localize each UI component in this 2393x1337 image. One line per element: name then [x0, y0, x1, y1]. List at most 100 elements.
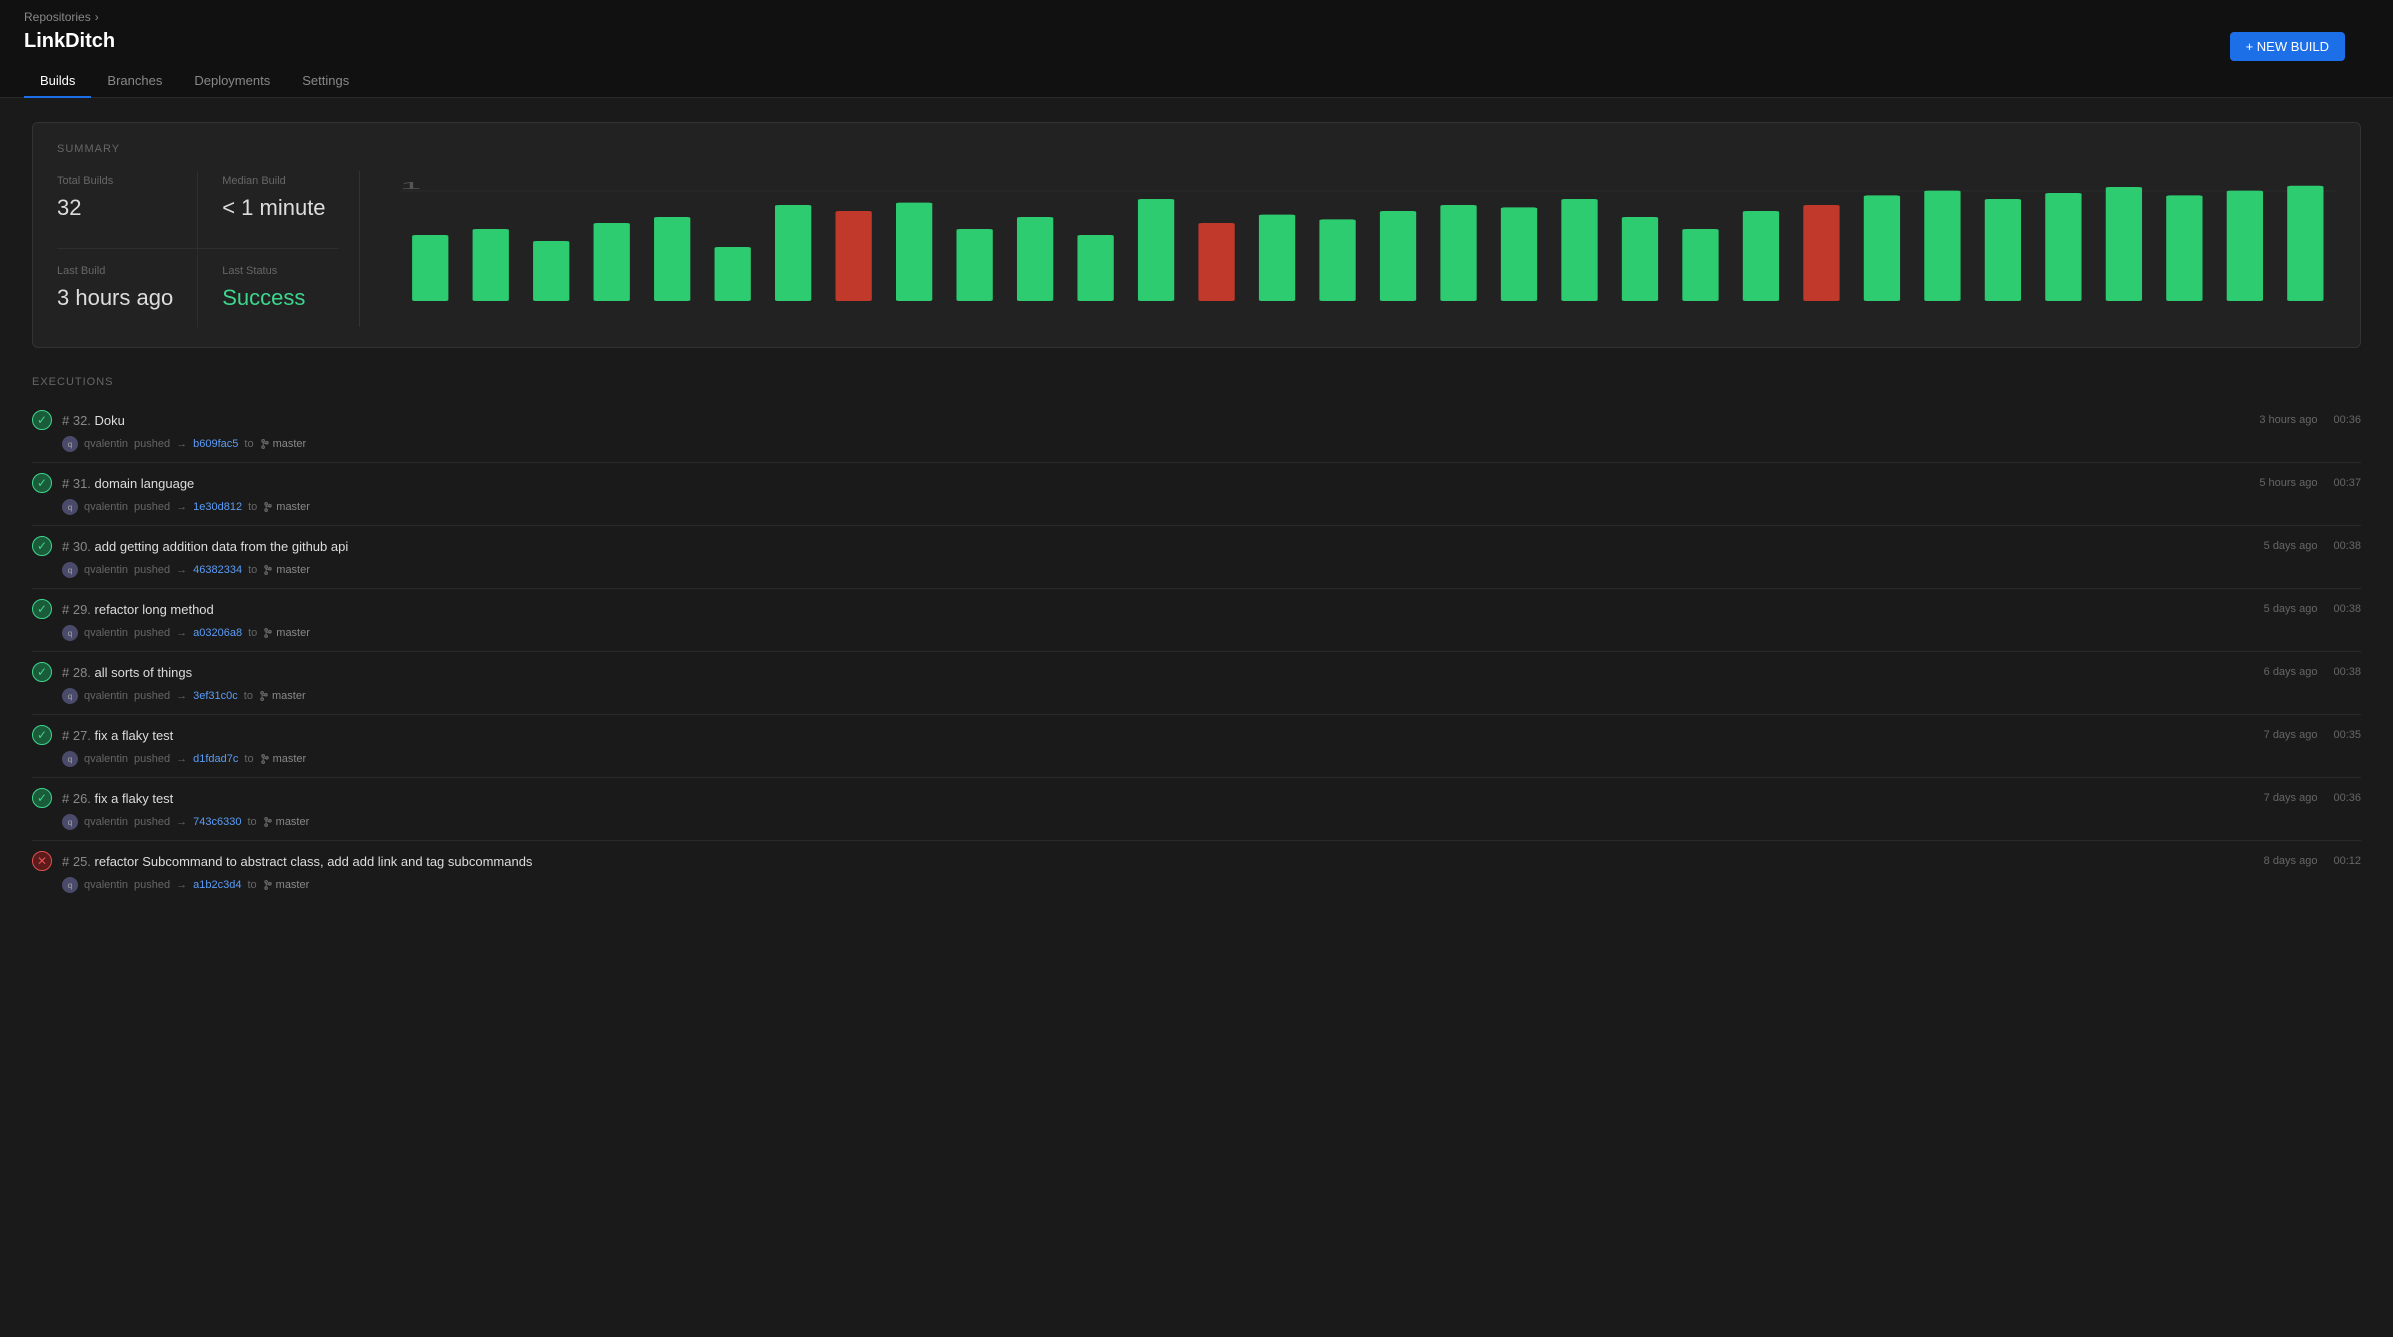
success-icon: ✓ [32, 410, 52, 430]
success-icon: ✓ [32, 473, 52, 493]
execution-duration: 00:38 [2333, 603, 2361, 615]
avatar: q [62, 877, 78, 893]
execution-duration: 00:35 [2333, 729, 2361, 741]
table-row[interactable]: ✓ # 32. Doku 3 hours ago 00:36 q qvalent… [32, 400, 2361, 463]
to-label: to [247, 879, 256, 891]
execution-meta: q qvalentin pushed → 1e30d812 to master [32, 499, 2361, 515]
success-icon: ✓ [32, 536, 52, 556]
execution-title: # 32. Doku [62, 413, 125, 428]
last-build-cell: Last Build 3 hours ago [57, 249, 198, 327]
to-label: to [248, 501, 257, 513]
username: qvalentin [84, 438, 128, 450]
username: qvalentin [84, 564, 128, 576]
action: pushed [134, 438, 170, 450]
execution-time: 8 days ago [2264, 855, 2318, 867]
username: qvalentin [84, 501, 128, 513]
execution-duration: 00:38 [2333, 666, 2361, 678]
execution-right: 5 days ago 00:38 [2264, 540, 2361, 552]
execution-meta: q qvalentin pushed → a03206a8 to master [32, 625, 2361, 641]
median-build-cell: Median Build < 1 minute [198, 171, 339, 249]
executions-section: EXECUTIONS ✓ # 32. Doku 3 hours ago 00:3… [32, 376, 2361, 903]
username: qvalentin [84, 816, 128, 828]
avatar: q [62, 751, 78, 767]
username: qvalentin [84, 879, 128, 891]
avatar: q [62, 499, 78, 515]
header-info: Repositories › LinkDitch BuildsBranchesD… [24, 10, 2369, 97]
execution-right: 7 days ago 00:36 [2264, 792, 2361, 804]
action: pushed [134, 816, 170, 828]
arrow-icon: → [176, 564, 187, 576]
execution-title: # 26. fix a flaky test [62, 791, 173, 806]
execution-meta: q qvalentin pushed → 3ef31c0c to master [32, 688, 2361, 704]
action: pushed [134, 627, 170, 639]
table-row[interactable]: ✓ # 27. fix a flaky test 7 days ago 00:3… [32, 715, 2361, 778]
arrow-icon: → [176, 438, 187, 450]
failure-icon: ✕ [32, 851, 52, 871]
svg-text:1: 1 [400, 180, 422, 191]
build-chart: 1 [400, 171, 2336, 301]
avatar: q [62, 436, 78, 452]
commit-hash: 46382334 [193, 564, 242, 576]
execution-right: 8 days ago 00:12 [2264, 855, 2361, 867]
median-build-label: Median Build [222, 175, 339, 187]
action: pushed [134, 879, 170, 891]
tab-builds[interactable]: Builds [24, 65, 91, 98]
new-build-button[interactable]: + NEW BUILD [2230, 32, 2345, 61]
total-builds-cell: Total Builds 32 [57, 171, 198, 249]
commit-hash: 3ef31c0c [193, 690, 238, 702]
tab-settings[interactable]: Settings [286, 65, 365, 98]
table-row[interactable]: ✓ # 31. domain language 5 hours ago 00:3… [32, 463, 2361, 526]
execution-title: # 25. refactor Subcommand to abstract cl… [62, 854, 532, 869]
branch-name: master [259, 690, 306, 702]
summary-section: SUMMARY Total Builds 32 Median Build < 1… [32, 122, 2361, 348]
execution-right: 5 hours ago 00:37 [2259, 477, 2361, 489]
commit-hash: a1b2c3d4 [193, 879, 241, 891]
summary-title: SUMMARY [57, 143, 2336, 155]
execution-title: # 29. refactor long method [62, 602, 214, 617]
table-row[interactable]: ✓ # 30. add getting addition data from t… [32, 526, 2361, 589]
tab-deployments[interactable]: Deployments [178, 65, 286, 98]
table-row[interactable]: ✕ # 25. refactor Subcommand to abstract … [32, 841, 2361, 903]
to-label: to [244, 438, 253, 450]
arrow-icon: → [176, 753, 187, 765]
execution-time: 5 hours ago [2259, 477, 2317, 489]
execution-right: 7 days ago 00:35 [2264, 729, 2361, 741]
last-status-label: Last Status [222, 265, 339, 277]
username: qvalentin [84, 627, 128, 639]
arrow-icon: → [176, 690, 187, 702]
execution-title: # 28. all sorts of things [62, 665, 192, 680]
tabs: BuildsBranchesDeploymentsSettings [24, 65, 2369, 97]
table-row[interactable]: ✓ # 28. all sorts of things 6 days ago 0… [32, 652, 2361, 715]
arrow-icon: → [176, 501, 187, 513]
branch-name: master [263, 564, 310, 576]
success-icon: ✓ [32, 788, 52, 808]
action: pushed [134, 564, 170, 576]
action: pushed [134, 690, 170, 702]
username: qvalentin [84, 690, 128, 702]
branch-name: master [263, 879, 310, 891]
avatar: q [62, 562, 78, 578]
avatar: q [62, 625, 78, 641]
tab-branches[interactable]: Branches [91, 65, 178, 98]
to-label: to [248, 564, 257, 576]
table-row[interactable]: ✓ # 29. refactor long method 5 days ago … [32, 589, 2361, 652]
execution-time: 7 days ago [2264, 792, 2318, 804]
last-status-cell: Last Status Success [198, 249, 339, 327]
execution-time: 6 days ago [2264, 666, 2318, 678]
execution-duration: 00:36 [2333, 414, 2361, 426]
execution-meta: q qvalentin pushed → 46382334 to master [32, 562, 2361, 578]
app-header: Repositories › LinkDitch BuildsBranchesD… [0, 0, 2393, 98]
execution-duration: 00:36 [2333, 792, 2361, 804]
breadcrumb[interactable]: Repositories › [24, 10, 2369, 24]
summary-body: Total Builds 32 Median Build < 1 minute … [57, 171, 2336, 327]
table-row[interactable]: ✓ # 26. fix a flaky test 7 days ago 00:3… [32, 778, 2361, 841]
branch-name: master [263, 501, 310, 513]
breadcrumb-repos[interactable]: Repositories [24, 10, 91, 24]
median-build-value: < 1 minute [222, 195, 339, 221]
username: qvalentin [84, 753, 128, 765]
last-build-label: Last Build [57, 265, 173, 277]
commit-hash: d1fdad7c [193, 753, 238, 765]
execution-time: 3 hours ago [2259, 414, 2317, 426]
execution-meta: q qvalentin pushed → a1b2c3d4 to master [32, 877, 2361, 893]
arrow-icon: → [176, 816, 187, 828]
